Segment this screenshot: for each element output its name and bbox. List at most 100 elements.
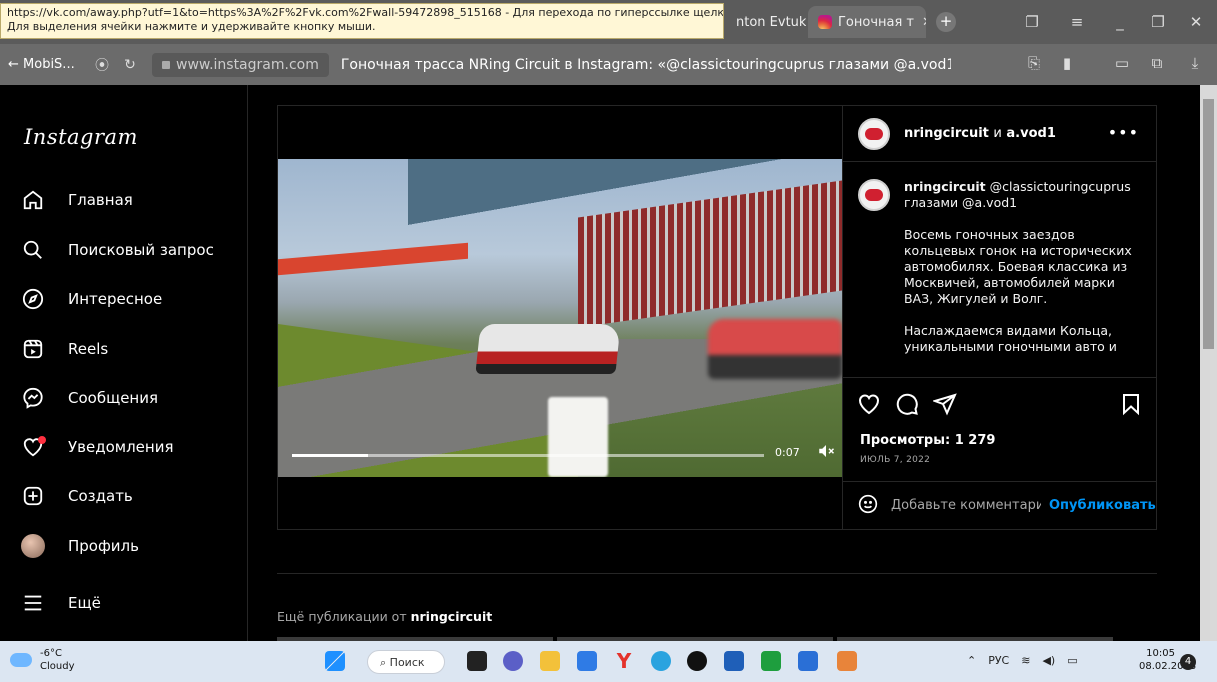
tab-close-icon[interactable]: ✕ <box>922 15 926 30</box>
view-count: Просмотры: 1 279 <box>860 433 996 448</box>
file-explorer-icon[interactable] <box>540 651 560 671</box>
system-tray: ⌃ РУС ≋ ◀) ▭ <box>967 654 1078 667</box>
section-divider <box>277 573 1157 574</box>
start-windows-icon[interactable] <box>325 651 345 671</box>
author-avatar[interactable] <box>858 117 890 150</box>
sidebar-item-profile[interactable]: Профиль <box>20 524 230 568</box>
weather-widget[interactable]: -6°C Cloudy <box>10 647 74 673</box>
telegram-icon[interactable] <box>651 651 671 671</box>
back-button[interactable]: ← MobiS... <box>8 57 88 72</box>
download-icon[interactable]: ⤓ <box>1183 54 1207 72</box>
extensions-icon[interactable]: ⧉ <box>1145 54 1169 72</box>
post-date[interactable]: ИЮЛЬ 7, 2022 <box>860 455 930 465</box>
publish-button[interactable]: Опубликовать <box>1049 498 1156 513</box>
wifi-icon[interactable]: ≋ <box>1021 654 1030 667</box>
tiktok-icon[interactable] <box>687 651 707 671</box>
sidebar-item-home[interactable]: Главная <box>20 178 230 222</box>
tab-previous-label: nton Evtukh <box>736 14 806 30</box>
yandex-browser-icon[interactable]: Y <box>614 651 634 671</box>
home-icon <box>20 187 46 213</box>
video-player[interactable]: 0:07 <box>278 159 842 477</box>
share-icon[interactable]: ⎘ <box>1022 54 1046 72</box>
windows-taskbar: -6°C Cloudy ⌕ Поиск Y ⌃ РУС ≋ ◀) ▭ 10:05… <box>0 641 1217 682</box>
mute-icon[interactable] <box>817 442 835 460</box>
sidebar-item-explore[interactable]: Интересное <box>20 277 230 321</box>
sidebar-item-label: Создать <box>68 487 133 505</box>
share-paper-plane-icon[interactable] <box>931 392 957 416</box>
url-field[interactable]: www.instagram.com <box>152 52 329 77</box>
word-app-icon[interactable] <box>798 651 818 671</box>
reload-icon[interactable]: ↻ <box>116 57 144 73</box>
sidebar-item-messages[interactable]: Сообщения <box>20 376 230 420</box>
emoji-icon[interactable] <box>858 494 878 518</box>
maximize-button[interactable]: ❐ <box>1146 13 1170 31</box>
tab-active[interactable]: Гоночная т ✕ <box>808 6 926 38</box>
battery-saver-icon[interactable]: ▭ <box>1110 54 1134 72</box>
instagram-page: Instagram Главная Поисковый запрос Интер… <box>0 85 1200 641</box>
post-authors[interactable]: nringcircuit и a.vod1 <box>904 126 1056 141</box>
protect-icon[interactable]: ⦿ <box>88 55 116 75</box>
like-heart-icon[interactable] <box>857 392 881 416</box>
sidebar-item-reels[interactable]: Reels <box>20 327 230 371</box>
minimize-button[interactable]: _ <box>1108 13 1132 31</box>
instagram-favicon-icon <box>818 15 832 29</box>
comment-input[interactable] <box>891 498 1041 513</box>
close-window-button[interactable]: ✕ <box>1184 13 1208 31</box>
caption-paragraph: Наслаждаемся видами Кольца, уникальными … <box>904 323 1117 354</box>
sidebar-item-label: Интересное <box>68 290 163 308</box>
sidebar-item-more[interactable]: Ещё <box>20 581 230 625</box>
taskbar-search[interactable]: ⌕ Поиск <box>367 650 445 674</box>
more-posts-username[interactable]: nringcircuit <box>411 609 493 624</box>
caption-area: nringcircuit @classictouringcuprus глаза… <box>843 163 1157 377</box>
chevron-up-icon[interactable]: ⌃ <box>967 654 976 667</box>
volume-icon[interactable]: ◀) <box>1042 654 1055 667</box>
sidebar: Instagram Главная Поисковый запрос Интер… <box>0 85 248 641</box>
chat-icon[interactable] <box>503 651 523 671</box>
video-race-car <box>475 324 621 374</box>
task-view-icon[interactable] <box>467 651 487 671</box>
defender-icon[interactable] <box>724 651 744 671</box>
sidebar-item-search[interactable]: Поисковый запрос <box>20 228 230 272</box>
vk-icon[interactable] <box>577 651 597 671</box>
temperature: -6°C <box>40 648 62 659</box>
sidebar-item-notifications[interactable]: Уведомления <box>20 425 230 469</box>
input-language[interactable]: РУС <box>988 654 1009 667</box>
bookmark-ribbon-icon[interactable]: ▮ <box>1055 54 1079 72</box>
notification-dot <box>38 436 46 444</box>
media-app-icon[interactable] <box>837 651 857 671</box>
sidebar-item-label: Reels <box>68 340 109 358</box>
caption-avatar[interactable] <box>858 179 890 211</box>
tooltip-line-1: https://vk.com/away.php?utf=1&to=https%3… <box>7 6 724 19</box>
author-username[interactable]: nringcircuit <box>904 126 989 141</box>
more-posts-heading: Ещё публикации от nringcircuit <box>277 609 492 624</box>
tab-previous[interactable]: nton Evtukh <box>726 6 806 38</box>
video-progress-bar[interactable] <box>292 454 764 457</box>
sidebar-item-label: Профиль <box>68 537 139 555</box>
caption-first-line: nringcircuit @classictouringcuprus глаза… <box>904 179 1141 211</box>
sidebar-item-create[interactable]: Создать <box>20 474 230 518</box>
sidebar-item-label: Ещё <box>68 594 101 612</box>
scrollbar-thumb[interactable] <box>1203 99 1214 349</box>
video-race-car-blurred <box>708 319 842 379</box>
video-time: 0:07 <box>775 446 800 459</box>
clock[interactable]: 10:05 08.02.2023 <box>1139 647 1197 673</box>
clock-date: 08.02.2023 <box>1139 661 1197 672</box>
tab-actions-icon[interactable]: ❐ <box>1020 13 1044 31</box>
page-title: Гоночная трасса NRing Circuit в Instagra… <box>340 56 951 73</box>
more-posts-prefix: Ещё публикации от <box>277 609 407 624</box>
battery-icon[interactable]: ▭ <box>1067 654 1077 667</box>
address-bar: ← MobiS... ⦿ ↻ www.instagram.com Гоночна… <box>0 44 1217 85</box>
spreadsheet-app-icon[interactable] <box>761 651 781 671</box>
instagram-logo[interactable]: Instagram <box>24 125 138 149</box>
save-bookmark-icon[interactable] <box>1119 392 1143 416</box>
comment-bubble-icon[interactable] <box>895 392 919 416</box>
weather-condition: Cloudy <box>40 661 75 672</box>
more-options-icon[interactable]: ••• <box>1108 123 1139 142</box>
caption-username[interactable]: nringcircuit <box>904 179 986 194</box>
page-scrollbar[interactable] <box>1200 85 1217 641</box>
notification-badge[interactable]: 4 <box>1180 654 1196 670</box>
new-tab-button[interactable]: + <box>936 12 956 32</box>
coauthor-username[interactable]: a.vod1 <box>1006 126 1055 141</box>
heart-icon <box>20 434 46 460</box>
browser-menu-icon[interactable]: ≡ <box>1065 13 1089 31</box>
